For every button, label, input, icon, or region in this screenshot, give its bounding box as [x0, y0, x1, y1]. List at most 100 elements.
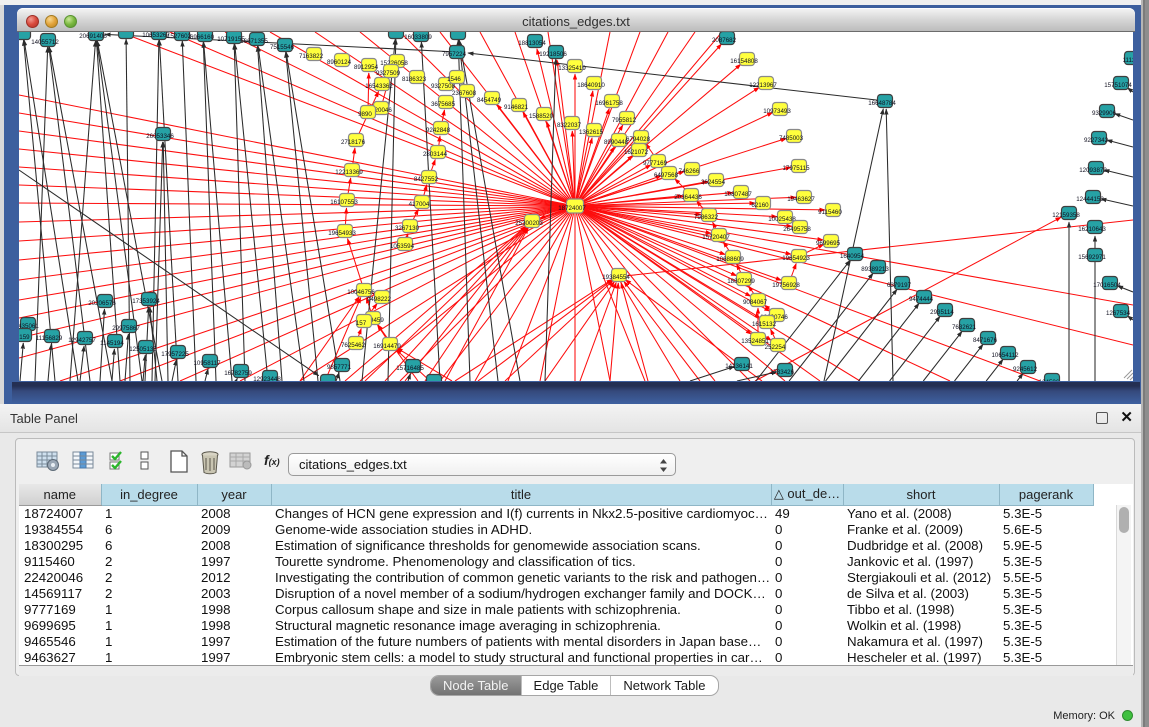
- svg-text:12159358: 12159358: [1052, 212, 1080, 219]
- svg-text:9329906: 9329906: [1092, 110, 1117, 117]
- svg-text:1053594: 1053594: [390, 243, 415, 250]
- svg-text:1615132: 1615132: [752, 321, 777, 328]
- svg-text:2087682: 2087682: [712, 37, 737, 44]
- svg-text:19654933: 19654933: [328, 230, 356, 237]
- svg-text:12213369: 12213369: [335, 169, 363, 176]
- svg-text:1546: 1546: [447, 76, 461, 83]
- svg-text:19654923: 19654923: [782, 255, 810, 262]
- svg-text:19463627: 19463627: [787, 196, 815, 203]
- svg-text:8322037: 8322037: [557, 122, 582, 129]
- svg-text:16671355: 16671355: [240, 38, 268, 45]
- svg-text:10807487: 10807487: [724, 191, 752, 198]
- svg-text:17016504: 17016504: [1093, 282, 1121, 289]
- svg-text:9327509: 9327509: [376, 70, 401, 77]
- svg-text:15692971: 15692971: [1078, 254, 1106, 261]
- svg-text:25300203: 25300203: [515, 220, 543, 227]
- svg-text:6794028: 6794028: [626, 136, 651, 143]
- svg-text:16543362: 16543362: [365, 83, 393, 90]
- svg-text:746266: 746266: [679, 168, 700, 175]
- svg-text:18724007: 18724007: [558, 205, 586, 212]
- svg-text:9227342: 9227342: [1084, 137, 1109, 144]
- svg-text:124506: 124506: [1039, 379, 1060, 381]
- svg-text:9474444: 9474444: [909, 296, 934, 303]
- svg-text:16648784: 16648784: [868, 100, 896, 107]
- svg-text:3624554: 3624554: [701, 179, 726, 186]
- svg-text:9245612: 9245612: [1013, 366, 1038, 373]
- svg-text:2367608: 2367608: [452, 90, 477, 97]
- svg-text:89389213: 89389213: [861, 266, 889, 273]
- svg-text:14136141: 14136141: [725, 363, 753, 370]
- svg-text:7957224: 7957224: [442, 51, 467, 58]
- svg-text:20364436: 20364436: [674, 194, 702, 201]
- svg-text:7515546: 7515546: [270, 44, 295, 51]
- svg-text:2718176: 2718176: [341, 139, 366, 146]
- svg-text:16210643: 16210643: [1078, 226, 1106, 233]
- svg-text:29975867: 29975867: [112, 325, 140, 332]
- svg-text:11156829: 11156829: [36, 335, 63, 342]
- svg-text:16914479: 16914479: [373, 343, 401, 350]
- svg-text:16154808: 16154808: [730, 58, 758, 65]
- svg-text:17353924: 17353924: [132, 298, 160, 305]
- svg-text:2935114: 2935114: [930, 309, 954, 316]
- svg-text:1588520: 1588520: [529, 113, 554, 120]
- svg-text:10046756: 10046756: [347, 289, 375, 296]
- svg-text:2803144: 2803144: [423, 151, 448, 158]
- svg-text:7986322: 7986322: [694, 214, 719, 221]
- svg-text:18813054: 18813054: [518, 40, 546, 47]
- svg-text:16961758: 16961758: [595, 100, 623, 107]
- svg-text:12213967: 12213967: [749, 82, 777, 89]
- svg-text:20691406: 20691406: [79, 33, 107, 40]
- svg-text:18807299: 18807299: [727, 278, 755, 285]
- svg-text:3267130: 3267130: [395, 225, 420, 232]
- svg-text:16033809: 16033809: [404, 34, 432, 41]
- svg-text:9146821: 9146821: [504, 104, 529, 111]
- svg-text:9857771: 9857771: [327, 364, 352, 371]
- svg-text:12093872: 12093872: [1079, 167, 1107, 174]
- svg-text:8990448: 8990448: [604, 139, 629, 146]
- svg-text:6379197: 6379197: [887, 282, 912, 289]
- svg-text:6497568: 6497568: [654, 172, 679, 179]
- svg-text:7632621: 7632621: [952, 324, 977, 331]
- svg-text:9084067: 9084067: [743, 299, 768, 306]
- svg-text:9890: 9890: [358, 111, 372, 118]
- svg-text:7625462: 7625462: [341, 342, 366, 349]
- svg-text:7485003: 7485003: [779, 135, 804, 142]
- svg-text:9498222: 9498222: [367, 296, 392, 303]
- svg-text:16782759: 16782759: [224, 370, 252, 377]
- svg-text:10958117: 10958117: [193, 360, 221, 367]
- svg-text:15716485: 15716485: [396, 365, 424, 372]
- svg-text:1112: 1112: [1123, 57, 1133, 64]
- svg-text:8471676: 8471676: [973, 337, 998, 344]
- svg-text:17975115: 17975115: [782, 165, 810, 172]
- svg-text:1267534: 1267534: [1106, 310, 1131, 317]
- svg-text:3675685: 3675685: [431, 101, 456, 108]
- svg-text:417004: 417004: [409, 201, 430, 208]
- svg-text:14055712: 14055712: [31, 39, 59, 46]
- svg-text:26053346: 26053346: [146, 133, 174, 140]
- svg-text:7955812: 7955812: [612, 117, 637, 124]
- svg-text:9115460: 9115460: [818, 209, 842, 216]
- svg-text:12444153: 12444153: [1076, 196, 1104, 203]
- svg-text:18640910: 18640910: [577, 82, 605, 89]
- svg-text:13325419: 13325419: [558, 65, 586, 72]
- svg-text:12923448: 12923448: [253, 376, 281, 381]
- svg-text:7163822: 7163822: [299, 53, 324, 60]
- svg-text:12942757: 12942757: [68, 337, 96, 344]
- svg-text:10688609: 10688609: [716, 256, 744, 263]
- svg-text:9699695: 9699695: [816, 240, 841, 247]
- svg-text:1733426: 1733426: [770, 369, 795, 376]
- svg-text:19218506: 19218506: [539, 51, 567, 58]
- svg-text:1362615: 1362615: [579, 129, 604, 136]
- svg-text:17957225: 17957225: [161, 351, 189, 358]
- svg-text:10973493: 10973493: [763, 108, 791, 115]
- svg-text:8186323: 8186323: [402, 76, 427, 83]
- svg-text:39159: 39159: [19, 334, 30, 341]
- svg-text:12505135: 12505135: [129, 346, 157, 353]
- svg-text:1640954: 1640954: [840, 253, 865, 260]
- svg-text:1145194: 1145194: [100, 340, 124, 347]
- svg-text:157: 157: [356, 320, 367, 327]
- svg-text:26495758: 26495758: [783, 226, 811, 233]
- svg-text:15751074: 15751074: [1104, 82, 1132, 89]
- svg-text:15720407: 15720407: [702, 234, 730, 241]
- svg-text:8960124: 8960124: [327, 59, 352, 66]
